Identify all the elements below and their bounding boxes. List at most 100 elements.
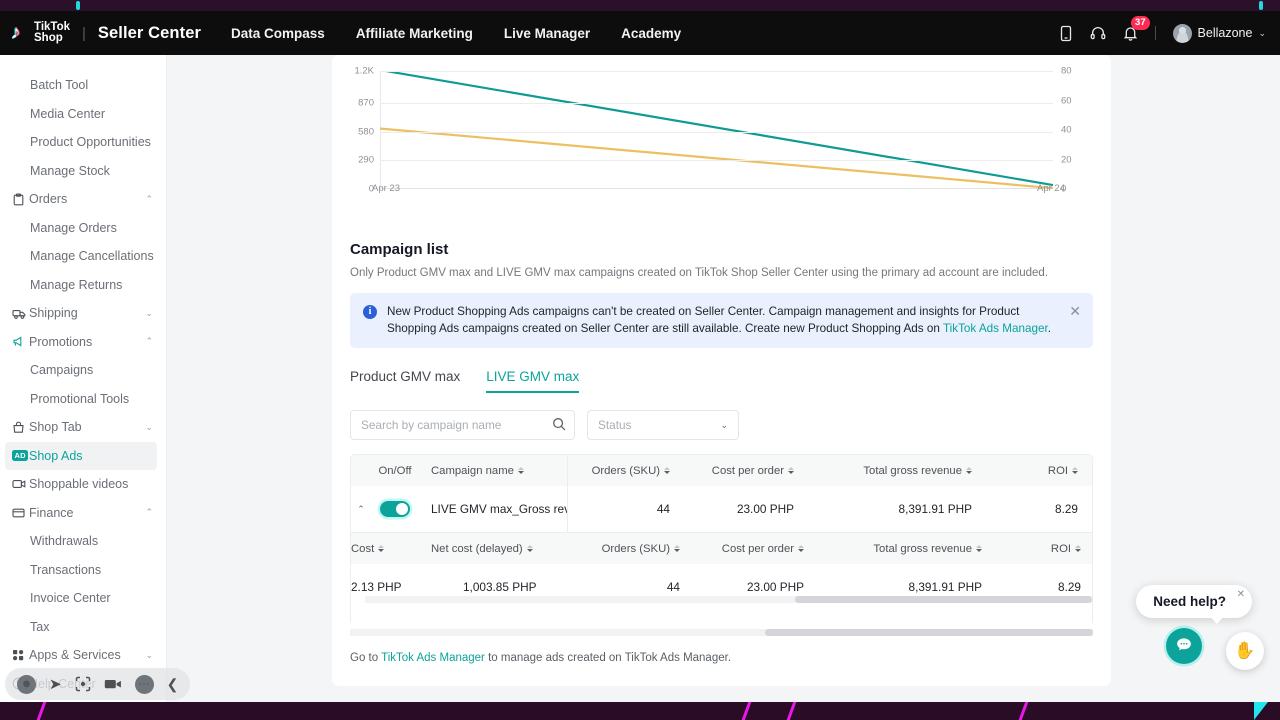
sidebar-item-finance[interactable]: Finance⌃	[0, 499, 166, 528]
close-icon[interactable]: ✕	[1237, 589, 1245, 600]
sort-icon[interactable]	[1075, 545, 1081, 553]
sidebar-item-shop-ads[interactable]: ADShop Ads	[5, 442, 157, 471]
tab-product-gmv-max[interactable]: Product GMV max	[350, 369, 460, 393]
tiktok-ads-manager-link[interactable]: TikTok Ads Manager	[943, 322, 1048, 335]
nav-link-affiliate-marketing[interactable]: Affiliate Marketing	[356, 26, 473, 41]
cell-roi: 8.29	[986, 502, 1092, 516]
sidebar-item-orders[interactable]: Orders⌃	[0, 185, 166, 214]
col-roi-detail[interactable]: ROI	[996, 543, 1093, 555]
sort-icon[interactable]	[518, 467, 524, 475]
sidebar-item-label: Transactions	[30, 563, 166, 577]
sidebar-item-tax[interactable]: Tax	[0, 613, 166, 642]
sidebar-item-label: Invoice Center	[30, 591, 166, 605]
cursor-arrow-icon[interactable]: ➤	[49, 675, 62, 693]
footnote-prefix: Go to	[350, 652, 381, 664]
sidebar-item-manage-returns[interactable]: Manage Returns	[0, 271, 166, 300]
chart-gridline	[380, 132, 1053, 133]
desktop-bottom-band	[0, 702, 1280, 720]
more-icon[interactable]: ···	[135, 675, 154, 694]
sidebar-item-shoppable-videos[interactable]: Shoppable videos	[0, 470, 166, 499]
nav-link-academy[interactable]: Academy	[621, 26, 681, 41]
mobile-icon[interactable]	[1059, 25, 1073, 42]
sidebar-item-shop-tab[interactable]: Shop Tab⌄	[0, 413, 166, 442]
sort-icon[interactable]	[674, 545, 680, 553]
col-cost-per-order-detail-label: Cost per order	[722, 543, 794, 555]
sidebar-item-manage-orders[interactable]: Manage Orders	[0, 214, 166, 243]
sort-icon[interactable]	[798, 545, 804, 553]
sidebar-item-manage-stock[interactable]: Manage Stock	[0, 157, 166, 186]
nav-link-data-compass[interactable]: Data Compass	[231, 26, 325, 41]
chevron-icon[interactable]: ⌃	[145, 507, 153, 518]
tiktok-shop-logo[interactable]: ♪♪♪ TikTok Shop	[10, 22, 70, 45]
sort-icon[interactable]	[378, 545, 384, 553]
col-orders-sku-detail-label: Orders (SKU)	[602, 543, 670, 555]
col-cost-per-order-detail[interactable]: Cost per order	[694, 543, 818, 555]
campaign-on-off-toggle[interactable]	[380, 501, 410, 517]
inner-horizontal-scrollbar[interactable]	[365, 596, 1092, 603]
chevron-icon[interactable]: ⌄	[145, 422, 153, 433]
sort-icon[interactable]	[976, 545, 982, 553]
col-roi[interactable]: ROI	[986, 465, 1092, 477]
nav-links: Data Compass Affiliate Marketing Live Ma…	[231, 26, 681, 41]
chevron-icon[interactable]: ⌃	[145, 194, 153, 205]
col-campaign-name[interactable]: Campaign name	[431, 465, 567, 477]
tab-live-gmv-max[interactable]: LIVE GMV max	[486, 369, 579, 393]
sidebar-item-batch-tool[interactable]: Batch Tool	[0, 71, 166, 100]
footnote-ads-manager-link[interactable]: TikTok Ads Manager	[381, 652, 485, 664]
hand-cursor-icon: ✋	[1226, 632, 1264, 670]
sidebar-item-shipping[interactable]: Shipping⌄	[0, 299, 166, 328]
need-help-bubble[interactable]: Need help? ✕	[1136, 585, 1252, 618]
sidebar-item-invoice-center[interactable]: Invoice Center	[0, 584, 166, 613]
user-menu[interactable]: Bellazone ⌄	[1173, 24, 1266, 43]
col-orders-sku[interactable]: Orders (SKU)	[568, 465, 684, 477]
logo-text-shop: Shop	[34, 33, 70, 45]
scrollbar-thumb[interactable]	[795, 596, 1092, 603]
table-footnote: Go to TikTok Ads Manager to manage ads c…	[350, 652, 1093, 664]
sort-icon[interactable]	[664, 467, 670, 475]
accent-slash	[741, 702, 753, 720]
cell-net-cost-delayed: 1,003.85 PHP	[431, 580, 576, 594]
col-cost[interactable]: Cost	[351, 543, 431, 555]
row-expander-icon[interactable]: ⌃	[357, 504, 365, 515]
sidebar-item-withdrawals[interactable]: Withdrawals	[0, 527, 166, 556]
sort-icon[interactable]	[527, 545, 533, 553]
chevron-icon[interactable]: ⌄	[145, 650, 153, 661]
chevron-icon[interactable]: ⌃	[145, 336, 153, 347]
sidebar-item-promotions[interactable]: Promotions⌃	[0, 328, 166, 357]
sidebar-item-apps-services[interactable]: Apps & Services⌄	[0, 641, 166, 670]
chevron-icon[interactable]: ⌄	[145, 308, 153, 319]
col-cost-per-order[interactable]: Cost per order	[684, 465, 808, 477]
sidebar-item-label: Shop Tab	[29, 420, 145, 434]
col-orders-sku-detail[interactable]: Orders (SKU)	[576, 543, 694, 555]
sort-icon[interactable]	[788, 467, 794, 475]
col-total-gross-revenue[interactable]: Total gross revenue	[808, 465, 986, 477]
status-filter-dropdown[interactable]: Status ⌄	[587, 410, 739, 440]
col-total-gross-revenue-detail[interactable]: Total gross revenue	[818, 543, 996, 555]
nav-link-live-manager[interactable]: Live Manager	[504, 26, 590, 41]
sidebar-item-product-opportunities[interactable]: Product Opportunities	[0, 128, 166, 157]
user-badge-icon[interactable]: ☻	[17, 675, 36, 694]
sidebar-item-label: Shop Ads	[29, 449, 157, 463]
bell-icon[interactable]: 37	[1123, 25, 1138, 41]
sidebar-item-campaigns[interactable]: Campaigns	[0, 356, 166, 385]
sidebar-item-manage-cancellations[interactable]: Manage Cancellations	[0, 242, 166, 271]
camera-icon[interactable]	[104, 677, 122, 691]
scrollbar-thumb[interactable]	[765, 629, 1093, 636]
chart-gridline	[380, 160, 1053, 161]
sidebar-item-media-center[interactable]: Media Center	[0, 100, 166, 129]
top-navigation-bar: ♪♪♪ TikTok Shop | Seller Center Data Com…	[0, 11, 1280, 55]
chart-series-lines	[380, 71, 1053, 189]
col-net-cost-delayed[interactable]: Net cost (delayed)	[431, 543, 576, 555]
sort-icon[interactable]	[1072, 467, 1078, 475]
sidebar-item-transactions[interactable]: Transactions	[0, 556, 166, 585]
headset-icon[interactable]	[1090, 25, 1106, 41]
chat-button[interactable]	[1166, 628, 1202, 664]
screenshot-icon[interactable]	[75, 676, 91, 692]
outer-horizontal-scrollbar[interactable]	[350, 629, 1093, 636]
search-input[interactable]	[350, 410, 575, 440]
sort-icon[interactable]	[966, 467, 972, 475]
collapse-left-icon[interactable]: ❮	[167, 676, 179, 693]
close-icon[interactable]: ✕	[1063, 304, 1081, 318]
sidebar-item-promotional-tools[interactable]: Promotional Tools	[0, 385, 166, 414]
desktop-top-band	[0, 0, 1280, 11]
